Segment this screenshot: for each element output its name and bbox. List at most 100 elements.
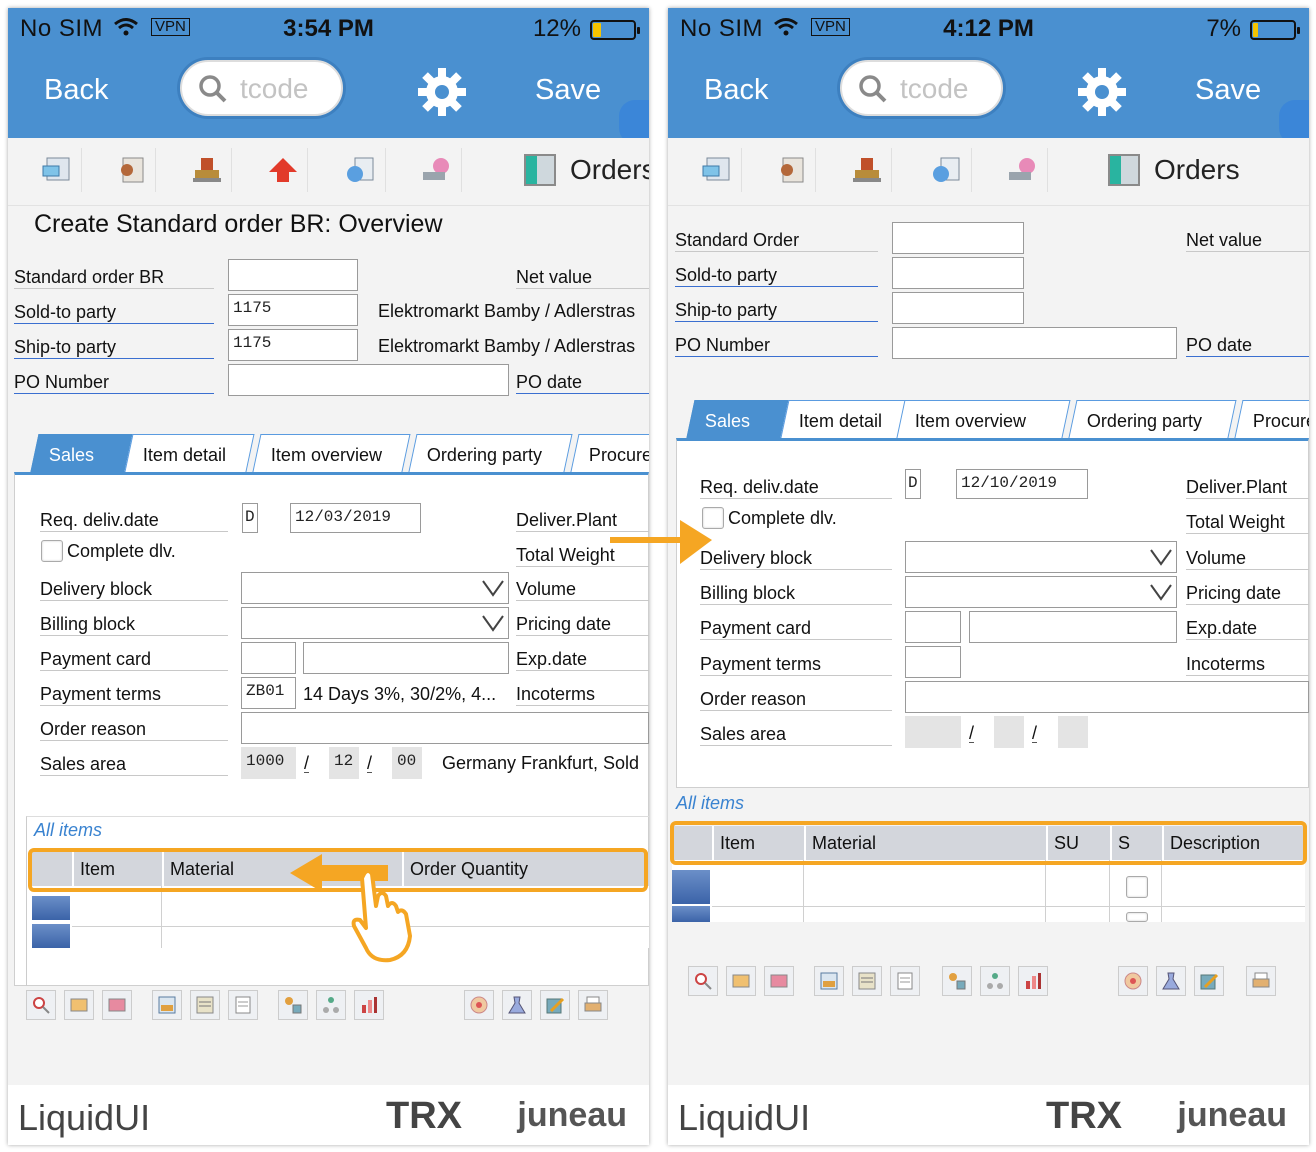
tab-ordering-party[interactable]: Ordering party [408,434,573,474]
tree-icon[interactable] [278,990,308,1020]
order-reason-field[interactable] [905,681,1309,713]
tab-ordering-party[interactable]: Ordering party [1068,400,1237,440]
sales-org-field[interactable] [905,716,961,748]
edit-icon[interactable] [1194,966,1224,996]
delete-row-icon[interactable] [764,966,794,996]
stamp-icon[interactable] [842,148,892,192]
sold-to-party-label[interactable]: Sold-to party [675,265,878,287]
payment-card-type-field[interactable] [905,611,961,643]
insert-row-icon[interactable] [726,966,756,996]
save-button[interactable]: Save [1195,74,1261,107]
tree-icon[interactable] [942,966,972,996]
order-reason-field[interactable] [241,712,649,744]
tab-item-overview[interactable]: Item overview [896,400,1071,440]
check-icon[interactable] [412,148,462,192]
payment-terms-field[interactable] [905,646,961,678]
complete-dlv-checkbox[interactable] [702,507,724,529]
print-icon[interactable] [578,990,608,1020]
display-doc-icon[interactable] [692,148,742,192]
tab-item-detail[interactable]: Item detail [780,400,911,440]
deselect-all-icon[interactable] [190,990,220,1020]
configure-icon[interactable] [464,990,494,1020]
delivery-block-dropdown[interactable] [905,541,1177,573]
display-doc-icon[interactable] [32,148,82,192]
tab-item-detail[interactable]: Item detail [124,434,255,474]
copy-doc-icon[interactable] [922,148,972,192]
details-icon[interactable] [688,966,718,996]
payment-card-field[interactable] [969,611,1177,643]
insert-row-icon[interactable] [64,990,94,1020]
tab-sales[interactable]: Sales [686,400,789,440]
hierarchy-icon[interactable] [980,966,1010,996]
payment-card-field[interactable] [303,642,509,674]
po-number-field[interactable] [228,364,509,396]
ship-to-party-field[interactable]: 1175 [228,329,358,361]
sales-org-field[interactable]: 1000 [241,747,296,779]
row-selector[interactable] [672,870,710,904]
ship-to-party-field[interactable] [892,292,1024,324]
req-deliv-date-field[interactable]: 12/03/2019 [290,503,421,533]
tcode-input[interactable]: tcode [900,73,969,105]
back-button[interactable]: Back [704,74,768,107]
row-status-checkbox[interactable] [1126,912,1148,922]
standard-order-field[interactable] [228,259,358,291]
sold-to-party-field[interactable]: 1175 [228,294,358,326]
tab-procurement[interactable]: Procuren [570,434,649,474]
save-button[interactable]: Save [535,74,601,107]
tab-sales[interactable]: Sales [30,434,133,474]
dist-channel-field[interactable] [994,716,1024,748]
ship-to-party-label[interactable]: Ship-to party [14,337,214,359]
lab-flask-icon[interactable] [502,990,532,1020]
select-all-icon[interactable] [814,966,844,996]
row-selector[interactable] [32,896,70,920]
print-icon[interactable] [1246,966,1276,996]
sold-to-party-label[interactable]: Sold-to party [14,302,214,324]
delivery-block-dropdown[interactable] [241,572,509,604]
po-number-field[interactable] [892,327,1177,359]
details-icon[interactable] [26,990,56,1020]
chart-icon[interactable] [1018,966,1048,996]
copy-doc-icon[interactable] [336,148,386,192]
req-deliv-type-field[interactable]: D [242,503,258,533]
document-person-icon[interactable] [106,148,156,192]
orders-button[interactable]: Orders [510,154,649,186]
gear-icon[interactable] [1076,66,1128,123]
req-deliv-type-field[interactable]: D [905,469,921,499]
orders-button[interactable]: Orders [1094,154,1240,186]
hierarchy-icon[interactable] [316,990,346,1020]
back-button[interactable]: Back [44,74,108,107]
deselect-all-icon[interactable] [852,966,882,996]
dist-channel-field[interactable]: 12 [329,747,359,779]
list-icon[interactable] [890,966,920,996]
payment-card-type-field[interactable] [241,642,296,674]
division-field[interactable]: 00 [392,747,422,779]
row-selector[interactable] [672,906,710,922]
billing-block-dropdown[interactable] [241,607,509,639]
billing-block-dropdown[interactable] [905,576,1177,608]
tcode-search-box[interactable]: tcode [840,60,1003,116]
payment-terms-field[interactable]: ZB01 [241,677,296,709]
row-selector[interactable] [32,924,70,948]
sold-to-party-field[interactable] [892,257,1024,289]
ship-to-party-label[interactable]: Ship-to party [675,300,878,322]
list-icon[interactable] [228,990,258,1020]
check-icon[interactable] [998,148,1048,192]
document-person-icon[interactable] [766,148,816,192]
tab-procurement[interactable]: Procure [1234,400,1309,440]
delete-row-icon[interactable] [102,990,132,1020]
row-status-checkbox[interactable] [1126,876,1148,898]
stamp-icon[interactable] [182,148,232,192]
select-all-icon[interactable] [152,990,182,1020]
tcode-input[interactable]: tcode [240,73,309,105]
chart-icon[interactable] [354,990,384,1020]
up-arrow-icon[interactable] [258,148,308,192]
lab-flask-icon[interactable] [1156,966,1186,996]
standard-order-field[interactable] [892,222,1024,254]
tab-item-overview[interactable]: Item overview [252,434,411,474]
gear-icon[interactable] [416,66,468,123]
division-field[interactable] [1058,716,1088,748]
tcode-search-box[interactable]: tcode [180,60,343,116]
edit-icon[interactable] [540,990,570,1020]
configure-icon[interactable] [1118,966,1148,996]
complete-dlv-checkbox[interactable] [41,540,63,562]
